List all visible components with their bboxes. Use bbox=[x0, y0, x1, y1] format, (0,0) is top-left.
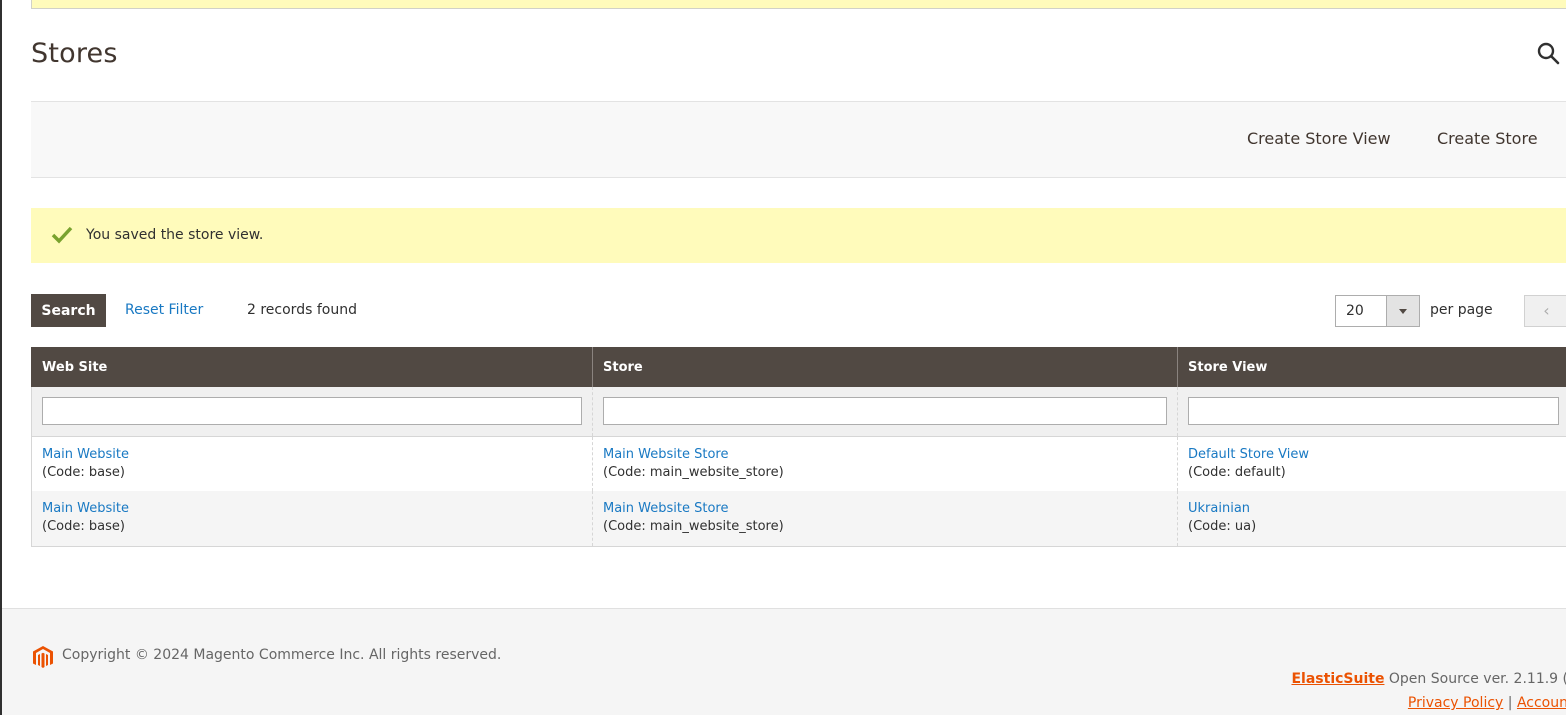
create-store-button[interactable]: Create Store bbox=[1437, 129, 1538, 148]
page-title: Stores bbox=[31, 38, 118, 69]
global-search-button[interactable] bbox=[1536, 41, 1562, 67]
store-view-code: (Code: default) bbox=[1188, 464, 1286, 480]
page-footer: Copyright © 2024 Magento Commerce Inc. A… bbox=[2, 608, 1566, 715]
message-text: You saved the store view. bbox=[86, 227, 264, 243]
website-filter-input[interactable] bbox=[42, 397, 582, 426]
column-header-store-view[interactable]: Store View bbox=[1177, 347, 1566, 387]
top-message-banner bbox=[31, 0, 1566, 9]
chevron-left-icon: ‹ bbox=[1543, 301, 1550, 320]
per-page-label: per page bbox=[1430, 302, 1493, 318]
chevron-down-icon[interactable] bbox=[1386, 296, 1419, 326]
stores-grid: Web Site Store Store View Main Website (… bbox=[31, 347, 1566, 547]
store-code: (Code: main_website_store) bbox=[603, 464, 784, 480]
store-link[interactable]: Main Website Store bbox=[603, 500, 1167, 518]
store-view-cell: Ukrainian (Code: ua) bbox=[1177, 491, 1566, 547]
column-header-store[interactable]: Store bbox=[592, 347, 1178, 387]
store-code: (Code: main_website_store) bbox=[603, 519, 784, 535]
magento-logo-icon bbox=[33, 646, 53, 668]
website-link[interactable]: Main Website bbox=[42, 446, 582, 464]
store-view-filter-input[interactable] bbox=[1188, 397, 1559, 426]
filter-row bbox=[31, 387, 1566, 437]
previous-page-button[interactable]: ‹ bbox=[1524, 295, 1566, 327]
footer-links: Privacy Policy | Accoun bbox=[1408, 695, 1566, 711]
version-text: Open Source ver. 2.11.9 ( bbox=[1384, 671, 1566, 687]
account-activity-link[interactable]: Accoun bbox=[1517, 695, 1566, 711]
store-cell: Main Website Store (Code: main_website_s… bbox=[592, 436, 1178, 491]
store-view-link[interactable]: Ukrainian bbox=[1188, 500, 1559, 518]
check-icon bbox=[51, 226, 73, 244]
version-info: ElasticSuite Open Source ver. 2.11.9 ( bbox=[1291, 671, 1566, 687]
reset-filter-link[interactable]: Reset Filter bbox=[125, 302, 203, 318]
store-view-code: (Code: ua) bbox=[1188, 519, 1257, 535]
privacy-policy-link[interactable]: Privacy Policy bbox=[1408, 695, 1503, 711]
store-cell: Main Website Store (Code: main_website_s… bbox=[592, 491, 1178, 547]
per-page-value: 20 bbox=[1346, 303, 1364, 319]
website-cell: Main Website (Code: base) bbox=[31, 491, 593, 547]
table-row: Main Website (Code: base) Main Website S… bbox=[31, 491, 1566, 547]
page-actions-bar: Create Store View Create Store bbox=[31, 101, 1566, 178]
per-page-select[interactable]: 20 bbox=[1335, 295, 1420, 327]
elasticsuite-link[interactable]: ElasticSuite bbox=[1291, 671, 1384, 687]
column-header-website[interactable]: Web Site bbox=[31, 347, 593, 387]
website-code: (Code: base) bbox=[42, 464, 125, 480]
link-separator: | bbox=[1503, 695, 1517, 711]
records-found-count: 2 records found bbox=[247, 302, 357, 318]
create-store-view-button[interactable]: Create Store View bbox=[1247, 129, 1391, 148]
search-icon bbox=[1537, 42, 1560, 65]
store-view-link[interactable]: Default Store View bbox=[1188, 446, 1559, 464]
page: Stores Create Store View Create Store Yo… bbox=[0, 0, 1566, 715]
store-filter-input[interactable] bbox=[603, 397, 1167, 426]
website-link[interactable]: Main Website bbox=[42, 500, 582, 518]
store-view-cell: Default Store View (Code: default) bbox=[1177, 436, 1566, 491]
success-message: You saved the store view. bbox=[31, 208, 1566, 263]
table-row: Main Website (Code: base) Main Website S… bbox=[31, 436, 1566, 491]
copyright-text: Copyright © 2024 Magento Commerce Inc. A… bbox=[62, 647, 502, 663]
grid-header-row: Web Site Store Store View bbox=[31, 347, 1566, 387]
website-code: (Code: base) bbox=[42, 519, 125, 535]
search-button[interactable]: Search bbox=[31, 294, 106, 327]
store-link[interactable]: Main Website Store bbox=[603, 446, 1167, 464]
website-cell: Main Website (Code: base) bbox=[31, 436, 593, 491]
